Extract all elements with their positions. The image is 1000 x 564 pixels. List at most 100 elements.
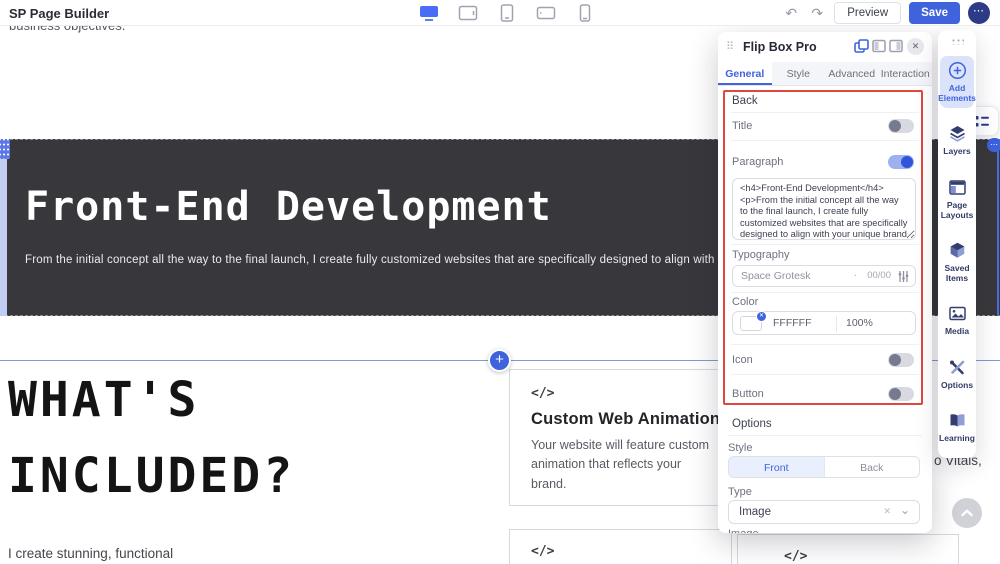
separator-dot: · <box>854 270 857 281</box>
row-settings-icon <box>975 116 990 127</box>
style-label: Style <box>728 442 752 454</box>
clear-color-icon[interactable]: ✕ <box>756 311 767 322</box>
color-label: Color <box>732 296 758 308</box>
tab-interaction[interactable]: Interaction <box>879 62 933 85</box>
type-value: Image <box>739 506 771 518</box>
options-section-heading: Options <box>732 418 772 430</box>
button-toggle[interactable] <box>888 387 914 401</box>
typography-settings-icon[interactable] <box>898 270 909 288</box>
panel-tabs: General Style Advanced Interaction <box>718 62 932 86</box>
card-body: Your website will feature custom animati… <box>531 436 716 494</box>
device-tablet-landscape-button[interactable] <box>457 4 479 22</box>
page-builder-app: business objectives. Front-End Developme… <box>0 0 1000 564</box>
code-icon: </> <box>531 544 554 559</box>
media-icon <box>948 304 967 323</box>
code-icon: </> <box>531 386 554 401</box>
sidebar-item-page-layouts[interactable]: Page Layouts <box>940 173 974 225</box>
layers-icon <box>948 124 967 143</box>
builder-sidebar: Add Elements Layers Page Layouts Saved I… <box>938 30 976 458</box>
hero-title: Front-End Development <box>25 184 552 230</box>
sidebar-item-media[interactable]: Media <box>940 299 974 341</box>
chevron-up-icon <box>961 509 973 517</box>
clear-selection-icon[interactable]: ✕ <box>883 506 891 517</box>
included-subtext: I create stunning, functional <box>8 546 173 561</box>
color-opacity-value[interactable]: 100% <box>846 317 873 329</box>
sidebar-item-learning[interactable]: Learning <box>940 406 974 448</box>
title-toggle[interactable] <box>888 119 914 133</box>
color-field[interactable]: ✕ FFFFFF 100% <box>732 311 916 335</box>
paragraph-content-textarea[interactable]: <h4>Front-End Development</h4> <p>From t… <box>732 178 916 240</box>
app-title: SP Page Builder <box>9 6 109 21</box>
book-icon <box>948 411 967 430</box>
sidebar-item-add-elements[interactable]: Add Elements <box>940 56 974 108</box>
sidebar-item-options[interactable]: Options <box>940 353 974 395</box>
device-mobile-portrait-button[interactable] <box>574 4 596 22</box>
included-heading-line2: INCLUDED? <box>8 448 295 504</box>
paragraph-toggle[interactable] <box>888 155 914 169</box>
hero-right-edge <box>997 139 999 316</box>
feature-card-2[interactable]: </> <box>509 529 732 564</box>
back-section-heading: Back <box>732 95 758 107</box>
more-menu-button[interactable]: ⋯ <box>968 2 990 24</box>
save-button[interactable]: Save <box>909 2 960 24</box>
style-back-button[interactable]: Back <box>824 457 920 477</box>
close-icon[interactable]: ✕ <box>907 38 924 55</box>
feature-card-animation[interactable]: </> Custom Web Animation Your website wi… <box>509 369 732 506</box>
feature-card-3[interactable]: </> <box>737 534 959 564</box>
color-hex-value[interactable]: FFFFFF <box>773 317 811 329</box>
dock-left-icon[interactable] <box>872 39 888 55</box>
icon-toggle[interactable] <box>888 353 914 367</box>
divider <box>836 316 837 332</box>
cube-icon <box>948 241 967 260</box>
sidebar-drag-icon[interactable] <box>951 38 964 45</box>
hero-drag-handle-icon[interactable] <box>0 139 10 159</box>
type-select[interactable]: Image ✕ ⌄ <box>728 500 920 524</box>
topbar-actions: ↶ ↷ Preview Save ⋯ <box>782 2 990 24</box>
font-counter: 00/00 <box>867 270 891 281</box>
code-icon: </> <box>784 549 807 564</box>
hero-options-badge[interactable]: ⋯ <box>987 138 1000 152</box>
divider <box>731 344 919 345</box>
sidebar-item-saved-items[interactable]: Saved Items <box>940 236 974 288</box>
preview-button[interactable]: Preview <box>834 2 901 24</box>
divider <box>731 374 919 375</box>
dock-right-icon[interactable] <box>889 39 905 55</box>
typography-label: Typography <box>732 249 789 261</box>
font-family-input[interactable]: Space Grotesk · 00/00 <box>732 265 916 287</box>
device-tablet-portrait-button[interactable] <box>496 4 518 22</box>
page-layout-icon <box>948 178 967 197</box>
divider <box>731 292 919 293</box>
included-heading-line1: WHAT'S <box>8 372 199 428</box>
undo-icon[interactable]: ↶ <box>782 2 800 24</box>
hero-paragraph: From the initial concept all the way to … <box>25 254 717 266</box>
card-title: Custom Web Animation <box>531 410 720 429</box>
add-row-button[interactable]: + <box>488 349 511 372</box>
device-mobile-landscape-button[interactable] <box>535 4 557 22</box>
title-label: Title <box>732 120 752 132</box>
duplicate-icon[interactable] <box>854 39 870 55</box>
tab-style[interactable]: Style <box>772 62 826 85</box>
tools-icon <box>948 358 967 377</box>
divider <box>731 140 919 141</box>
flipbox-settings-panel: ⠿ Flip Box Pro ✕ General Style Advanced … <box>718 32 932 533</box>
button-label: Button <box>732 388 764 400</box>
paragraph-label: Paragraph <box>732 156 783 168</box>
divider <box>731 112 919 113</box>
tab-advanced[interactable]: Advanced <box>825 62 879 85</box>
type-label: Type <box>728 486 752 498</box>
style-front-button[interactable]: Front <box>729 457 824 477</box>
plus-circle-icon <box>948 61 967 80</box>
device-desktop-button[interactable] <box>418 4 440 22</box>
hero-left-guide <box>0 139 7 316</box>
tab-general[interactable]: General <box>718 62 772 85</box>
sidebar-item-layers[interactable]: Layers <box>940 119 974 161</box>
chevron-down-icon[interactable]: ⌄ <box>900 503 910 517</box>
divider <box>731 244 919 245</box>
panel-header: ⠿ Flip Box Pro ✕ <box>718 32 932 62</box>
panel-drag-icon[interactable]: ⠿ <box>726 40 734 53</box>
image-label: Image <box>728 528 759 533</box>
panel-title: Flip Box Pro <box>743 40 817 54</box>
scroll-to-top-button[interactable] <box>952 498 982 528</box>
redo-icon[interactable]: ↷ <box>808 2 826 24</box>
device-switcher <box>418 4 596 22</box>
